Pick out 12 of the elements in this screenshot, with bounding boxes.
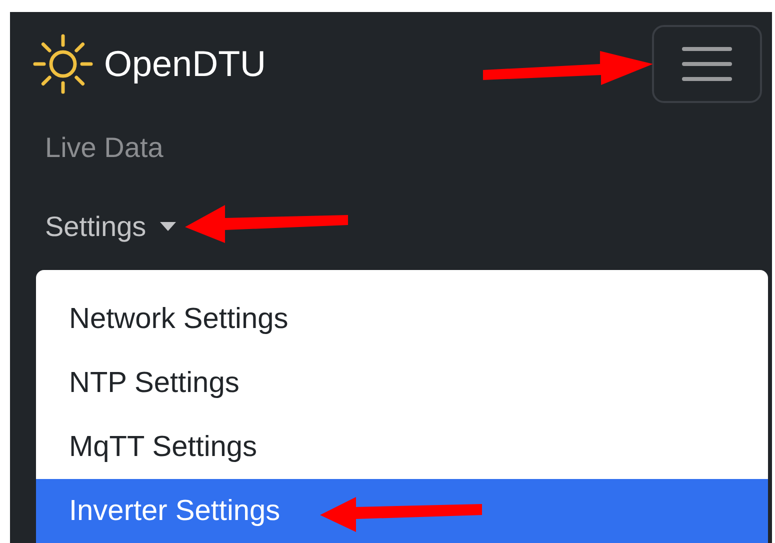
- nav-link[interactable]: Live Data: [33, 108, 164, 187]
- sun-icon: [33, 34, 93, 94]
- caret-icon: [160, 222, 176, 232]
- menu-button[interactable]: [652, 25, 762, 103]
- brand-link[interactable]: OpenDTU: [33, 34, 266, 94]
- brand-title: OpenDTU: [104, 43, 266, 85]
- dropdown-item[interactable]: MqTT Settings: [36, 415, 768, 479]
- dropdown-item[interactable]: NTP Settings: [36, 351, 768, 415]
- dropdown-item[interactable]: Network Settings: [36, 287, 768, 351]
- nav-link[interactable]: Settings: [33, 187, 176, 266]
- menu-icon: [682, 46, 732, 82]
- dropdown-item[interactable]: Inverter Settings: [36, 479, 768, 543]
